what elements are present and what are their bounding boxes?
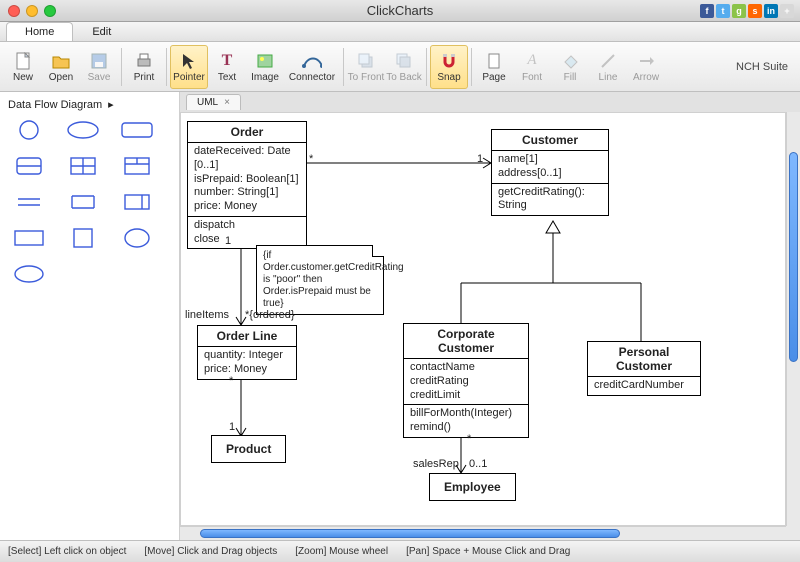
canvas[interactable]: Order dateReceived: Date [0..1]isPrepaid… — [180, 112, 786, 526]
shape-openrect[interactable] — [62, 189, 104, 215]
vertical-scrollbar[interactable] — [786, 112, 800, 526]
arrow-button: Arrow — [627, 45, 665, 89]
print-button[interactable]: Print — [125, 45, 163, 89]
pointer-icon — [179, 51, 199, 71]
save-icon — [89, 51, 109, 71]
connector-icon — [302, 51, 322, 71]
social-icon[interactable]: s — [748, 4, 762, 18]
shape-circle[interactable] — [8, 117, 50, 143]
text-button[interactable]: TText — [208, 45, 246, 89]
status-bar: [Select] Left click on object [Move] Cli… — [0, 540, 800, 562]
social-icon[interactable]: in — [764, 4, 778, 18]
page-icon — [484, 51, 504, 71]
uml-class-employee[interactable]: Employee — [429, 473, 516, 501]
menu-tabs: Home Edit — [0, 22, 800, 42]
uml-order-ops: dispatchclose — [188, 217, 306, 249]
chevron-right-icon: ▸ — [108, 98, 114, 111]
shape-oval[interactable] — [8, 261, 50, 287]
page-button[interactable]: Page — [475, 45, 513, 89]
fill-button: Fill — [551, 45, 589, 89]
ribbon-toolbar: New Open Save Print Pointer TText Image … — [0, 42, 800, 92]
close-tab-icon[interactable]: × — [224, 97, 230, 108]
social-icon[interactable]: g — [732, 4, 746, 18]
shape-rightbar[interactable] — [116, 189, 158, 215]
shape-square[interactable] — [62, 225, 104, 251]
uml-order-attrs: dateReceived: Date [0..1]isPrepaid: Bool… — [188, 143, 306, 217]
new-button[interactable]: New — [4, 45, 42, 89]
uml-class-product[interactable]: Product — [211, 435, 286, 463]
snap-icon — [439, 51, 459, 71]
social-icon[interactable]: f — [700, 4, 714, 18]
shape-ellipse2[interactable] — [116, 225, 158, 251]
status-pan: [Pan] Space + Mouse Click and Drag — [406, 546, 570, 557]
shape-ellipse[interactable] — [62, 117, 104, 143]
snap-button[interactable]: Snap — [430, 45, 468, 89]
text-icon: T — [217, 51, 237, 71]
shape-halfsplit[interactable] — [8, 153, 50, 179]
titlebar: ClickCharts ftgsin+ — [0, 0, 800, 22]
uml-class-customer[interactable]: Customer name[1]address[0..1] getCreditR… — [491, 129, 609, 216]
connector-button[interactable]: Connector — [284, 45, 340, 89]
social-icon[interactable]: + — [780, 4, 794, 18]
image-button[interactable]: Image — [246, 45, 284, 89]
image-icon — [255, 51, 275, 71]
shape-toprow[interactable] — [116, 153, 158, 179]
shape-roundrect[interactable] — [116, 117, 158, 143]
line-icon — [598, 51, 618, 71]
font-icon: A — [522, 51, 542, 71]
uml-note[interactable]: {if Order.customer.getCreditRating is "p… — [256, 245, 384, 315]
open-button[interactable]: Open — [42, 45, 80, 89]
canvas-area: UML× — [180, 92, 800, 540]
font-button: AFont — [513, 45, 551, 89]
print-icon — [134, 51, 154, 71]
arrow-icon — [636, 51, 656, 71]
toback-button: To Back — [385, 45, 423, 89]
document-tab[interactable]: UML× — [186, 94, 241, 110]
nch-suite-link[interactable]: NCH Suite — [736, 61, 796, 73]
app-title: ClickCharts — [0, 3, 800, 18]
status-zoom: [Zoom] Mouse wheel — [295, 546, 388, 557]
line-button: Line — [589, 45, 627, 89]
status-move: [Move] Click and Drag objects — [144, 546, 277, 557]
social-icon[interactable]: t — [716, 4, 730, 18]
horizontal-scrollbar[interactable] — [180, 526, 786, 540]
shape-grid4[interactable] — [62, 153, 104, 179]
new-icon — [13, 51, 33, 71]
tofront-button: To Front — [347, 45, 385, 89]
tofront-icon — [356, 51, 376, 71]
toback-icon — [394, 51, 414, 71]
tab-edit[interactable]: Edit — [73, 22, 130, 41]
fill-icon — [560, 51, 580, 71]
shape-rect[interactable] — [8, 225, 50, 251]
pointer-button[interactable]: Pointer — [170, 45, 208, 89]
save-button: Save — [80, 45, 118, 89]
shape-twolines[interactable] — [8, 189, 50, 215]
uml-class-corporate[interactable]: Corporate Customer contactNamecreditRati… — [403, 323, 529, 438]
status-select: [Select] Left click on object — [8, 546, 126, 557]
social-links: ftgsin+ — [700, 4, 794, 18]
uml-class-personal[interactable]: Personal Customer creditCardNumber — [587, 341, 701, 396]
shapes-panel-title[interactable]: Data Flow Diagram ▸ — [8, 98, 171, 111]
uml-class-order[interactable]: Order dateReceived: Date [0..1]isPrepaid… — [187, 121, 307, 249]
open-icon — [51, 51, 71, 71]
shapes-panel: Data Flow Diagram ▸ — [0, 92, 180, 540]
tab-home[interactable]: Home — [6, 22, 73, 41]
uml-class-orderline[interactable]: Order Line quantity: Integerprice: Money — [197, 325, 297, 380]
